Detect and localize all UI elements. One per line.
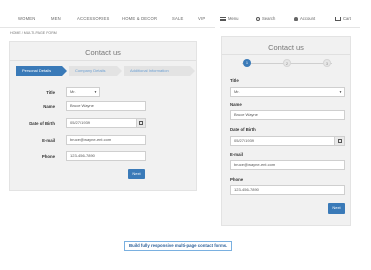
mobile-title-divider	[222, 54, 350, 55]
name-label: Name	[43, 104, 55, 109]
chevron-down-icon: ▼	[339, 90, 342, 94]
cart-icon	[335, 16, 341, 21]
mobile-title-label: Title	[230, 78, 239, 83]
mobile-dob-field[interactable]: 05/27/1939	[230, 136, 335, 146]
step-arrow	[190, 66, 195, 76]
step-arrow	[117, 66, 122, 76]
desktop-form-panel: Contact us Personal Details Company Deta…	[9, 41, 197, 191]
email-label: E-mail	[42, 138, 55, 143]
email-field[interactable]: bruce@wayne-ent.com	[66, 135, 146, 145]
cart-label: Cart	[343, 16, 351, 21]
chevron-down-icon: ▼	[94, 90, 97, 94]
account-label: Account	[300, 16, 316, 21]
mobile-phone-label: Phone	[230, 177, 244, 182]
hamburger-icon	[220, 16, 226, 21]
search-icon	[256, 16, 260, 21]
title-select-value: Mr.	[70, 89, 76, 94]
title-divider	[10, 60, 196, 61]
title-select[interactable]: Mr. ▼	[66, 87, 100, 97]
step-company-details[interactable]: Company Details	[69, 66, 117, 76]
search-label: Search	[262, 16, 276, 21]
search-button[interactable]: Search	[256, 16, 275, 21]
mobile-title-select[interactable]: Mr. ▼	[230, 87, 345, 97]
mobile-name-field[interactable]: Bruce Wayne	[230, 110, 345, 120]
mobile-dob-label: Date of Birth	[230, 127, 256, 132]
nav-women[interactable]: WOMEN	[18, 16, 36, 21]
feature-caption: Build fully responsive multi-page contac…	[124, 241, 233, 251]
nav-vip[interactable]: VIP	[198, 16, 205, 21]
mobile-email-label: E-mail	[230, 152, 243, 157]
title-label: Title	[46, 90, 55, 95]
cart-button[interactable]: Cart	[335, 16, 351, 21]
step-additional-information[interactable]: Additional Information	[124, 66, 190, 76]
next-button[interactable]: Next	[128, 169, 145, 179]
nav-men[interactable]: MEN	[51, 16, 61, 21]
calendar-button[interactable]	[137, 118, 146, 128]
mobile-title-select-value: Mr.	[234, 89, 240, 94]
desktop-nav: WOMEN MEN ACCESSORIES HOME & DECOR SALE …	[0, 11, 215, 27]
mobile-calendar-button[interactable]	[335, 136, 345, 146]
mobile-step-1[interactable]: 1	[243, 59, 251, 67]
nav-accessories[interactable]: ACCESSORIES	[77, 16, 109, 21]
menu-label: Menu	[228, 16, 239, 21]
step-personal-details[interactable]: Personal Details	[16, 66, 62, 76]
phone-field[interactable]: 123-456-7890	[66, 151, 146, 161]
account-button[interactable]: Account	[294, 16, 315, 21]
mobile-header-divider	[220, 27, 360, 28]
mobile-header: Menu Search Account Cart	[220, 11, 360, 27]
mobile-form-title: Contact us	[268, 43, 304, 52]
nav-sale[interactable]: SALE	[172, 16, 184, 21]
phone-label: Phone	[41, 154, 55, 159]
mobile-form-panel: Contact us 1 2 3 Title Mr. ▼ Name Bruce …	[221, 36, 351, 226]
step-arrow	[62, 66, 67, 76]
mobile-email-field[interactable]: bruce@wayne-ent.com	[230, 160, 345, 170]
step-tabs: Personal Details Company Details Additio…	[16, 66, 195, 76]
mobile-phone-field[interactable]: 123-456-7890	[230, 185, 345, 195]
mobile-name-label: Name	[230, 102, 242, 107]
name-field[interactable]: Bruce Wayne	[66, 101, 146, 111]
dob-label: Date of Birth	[29, 121, 55, 126]
nav-home-decor[interactable]: HOME & DECOR	[122, 16, 157, 21]
mobile-step-2[interactable]: 2	[283, 59, 291, 67]
mobile-step-3[interactable]: 3	[323, 59, 331, 67]
form-title: Contact us	[85, 48, 121, 57]
breadcrumb: HOME / MULTI-PAGE FORM	[10, 31, 57, 35]
account-icon	[294, 16, 298, 21]
mobile-next-button[interactable]: Next	[328, 203, 345, 214]
calendar-icon	[139, 121, 143, 125]
calendar-icon	[337, 139, 342, 143]
nav-divider	[0, 27, 215, 28]
dob-field[interactable]: 05/27/1939	[66, 118, 137, 128]
menu-button[interactable]: Menu	[220, 16, 238, 21]
